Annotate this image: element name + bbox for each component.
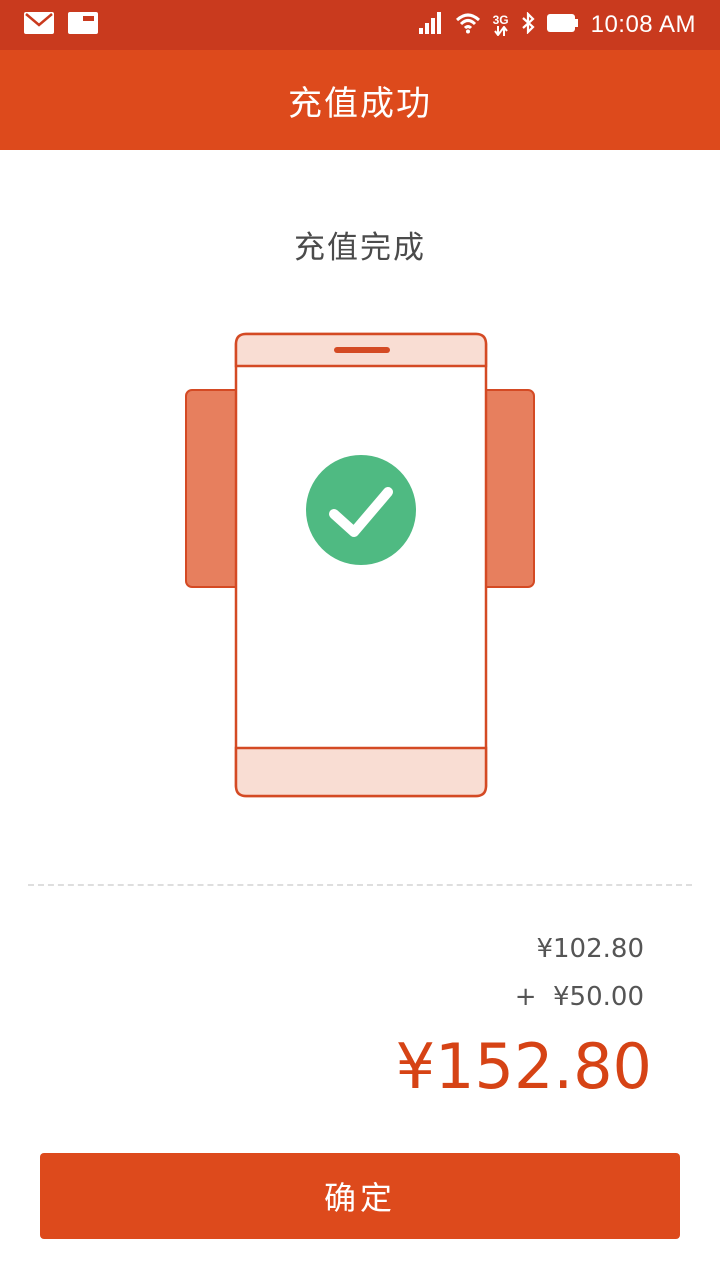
app-bar: 充值成功	[0, 50, 720, 150]
status-right-icons: 3G 10:08 AM	[418, 10, 696, 40]
wifi-icon	[455, 12, 481, 38]
status-bar: 3G 10:08 AM	[0, 0, 720, 50]
battery-icon	[546, 12, 579, 38]
status-left-icons	[24, 12, 98, 38]
divider	[28, 884, 692, 886]
base-amount: ¥102.80	[536, 934, 644, 964]
page-title: 充值成功	[288, 83, 432, 124]
confirm-button[interactable]: 确定	[40, 1153, 680, 1239]
message-icon	[68, 12, 98, 38]
total-amount: ¥152.80	[395, 1030, 652, 1103]
network-3g-icon: 3G	[493, 14, 509, 36]
check-icon	[306, 455, 416, 565]
network-3g-label: 3G	[492, 13, 509, 27]
bluetooth-icon	[521, 11, 535, 38]
status-time: 10:08 AM	[590, 11, 696, 38]
phone-success-icon	[184, 332, 536, 804]
signal-icon	[418, 12, 443, 38]
added-amount: + ¥50.00	[514, 982, 644, 1012]
mail-icon	[24, 12, 54, 38]
recharge-complete-label: 充值完成	[294, 230, 426, 266]
